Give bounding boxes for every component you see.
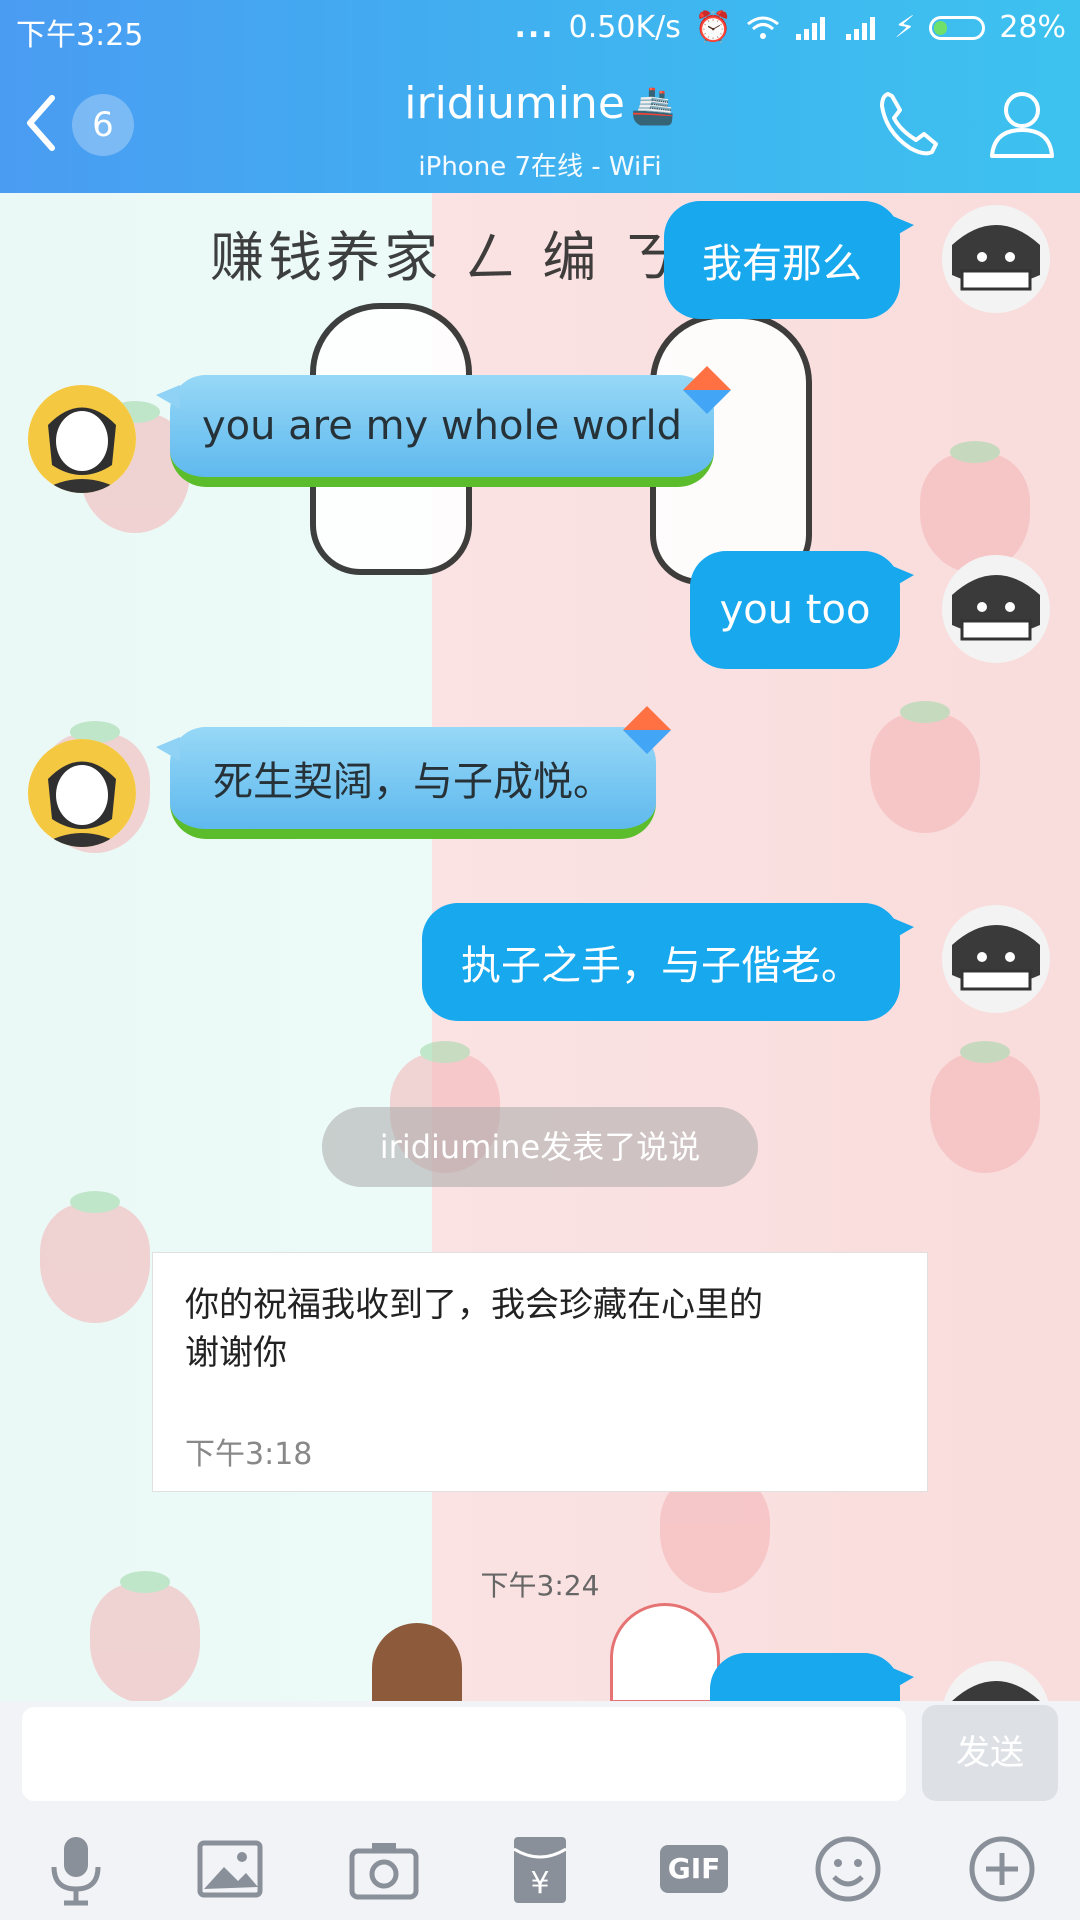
wifi-icon (747, 16, 780, 39)
red-packet-button[interactable]: ¥ (500, 1829, 580, 1909)
strawberry-decoration (870, 701, 980, 833)
my-avatar[interactable] (942, 555, 1050, 663)
my-avatar[interactable] (942, 1661, 1050, 1701)
message-bubble-outgoing-partial[interactable] (710, 1653, 914, 1701)
message-bubble-incoming[interactable]: you are my whole world (156, 375, 714, 487)
camera-icon (349, 1843, 419, 1900)
alarm-icon: ⏰ (694, 10, 733, 45)
person-icon (990, 92, 1054, 158)
chat-area[interactable]: 赚钱养家 ㄥ 编 ㄋ 我有那么 you are my whole world y… (0, 193, 1080, 1701)
gif-label: GIF (667, 1852, 721, 1885)
profile-button[interactable] (982, 84, 1062, 164)
red-packet-icon: ¥ (513, 1837, 567, 1903)
charging-icon: ⚡ (894, 10, 916, 45)
signal-icon (796, 16, 826, 40)
camera-button[interactable] (344, 1829, 424, 1909)
ship-icon: 🚢 (630, 86, 676, 127)
message-bubble-outgoing[interactable]: 我有那么 (664, 201, 914, 319)
send-button[interactable]: 发送 (922, 1705, 1058, 1801)
strawberry-decoration (40, 1191, 150, 1323)
post-card-text: 你的祝福我收到了，我会珍藏在心里的 谢谢你 (185, 1285, 763, 1373)
voice-button[interactable] (36, 1829, 116, 1909)
top-bar: 下午3:25 ... 0.50K/s ⏰ ⚡ 28% 6 iridiumine … (0, 0, 1080, 193)
input-area: 发送 ¥ GIF (0, 1701, 1080, 1920)
battery-percent: 28% (999, 10, 1066, 45)
my-avatar[interactable] (942, 205, 1050, 313)
status-indicators: ... 0.50K/s ⏰ ⚡ 28% (514, 10, 1066, 45)
cartoon-boy-sticker (372, 1623, 462, 1701)
my-avatar[interactable] (942, 905, 1050, 1013)
signal-icon-2 (846, 16, 876, 40)
message-bubble-outgoing[interactable]: 执子之手，与子偕老。 (422, 903, 914, 1021)
chat-title-text: iridiumine (404, 78, 625, 129)
svg-text:¥: ¥ (530, 1866, 549, 1901)
image-button[interactable] (190, 1829, 270, 1909)
message-bubble-incoming[interactable]: 死生契阔，与子成悦。 (156, 727, 656, 839)
microphone-icon (51, 1837, 101, 1906)
message-input[interactable] (22, 1707, 906, 1801)
contact-avatar[interactable] (28, 385, 136, 493)
phone-button[interactable] (870, 84, 950, 164)
image-icon (197, 1840, 263, 1898)
emoji-button[interactable] (808, 1829, 888, 1909)
toolbar: ¥ GIF (0, 1809, 1080, 1920)
time-separator: 下午3:24 (480, 1569, 600, 1602)
battery-icon (929, 15, 986, 40)
status-bar: 下午3:25 ... 0.50K/s ⏰ ⚡ 28% (0, 0, 1080, 58)
nav-bar: 6 iridiumine 🚢 iPhone 7在线 - WiFi (0, 58, 1080, 193)
system-notice[interactable]: iridiumine发表了说说 (322, 1107, 758, 1187)
contact-avatar[interactable] (28, 739, 136, 847)
more-button[interactable] (962, 1829, 1042, 1909)
phone-icon (880, 92, 938, 156)
cartoon-girl-sticker (610, 1603, 720, 1701)
signal-dots: ... (514, 10, 555, 45)
battery-fill (934, 20, 948, 35)
post-card-time: 下午3:18 (185, 1437, 313, 1472)
plus-icon (969, 1836, 1035, 1902)
message-bubble-outgoing[interactable]: you too (690, 551, 914, 669)
net-speed: 0.50K/s (568, 10, 681, 45)
emoji-icon (815, 1836, 881, 1902)
strawberry-decoration (930, 1041, 1040, 1173)
status-time: 下午3:25 (16, 18, 144, 53)
strawberry-decoration (920, 441, 1030, 573)
gif-button[interactable]: GIF (654, 1829, 734, 1909)
post-card[interactable]: 你的祝福我收到了，我会珍藏在心里的 谢谢你 下午3:18 (152, 1252, 928, 1492)
background-art-text: 赚钱养家 ㄥ 编 ㄋ (210, 226, 680, 289)
